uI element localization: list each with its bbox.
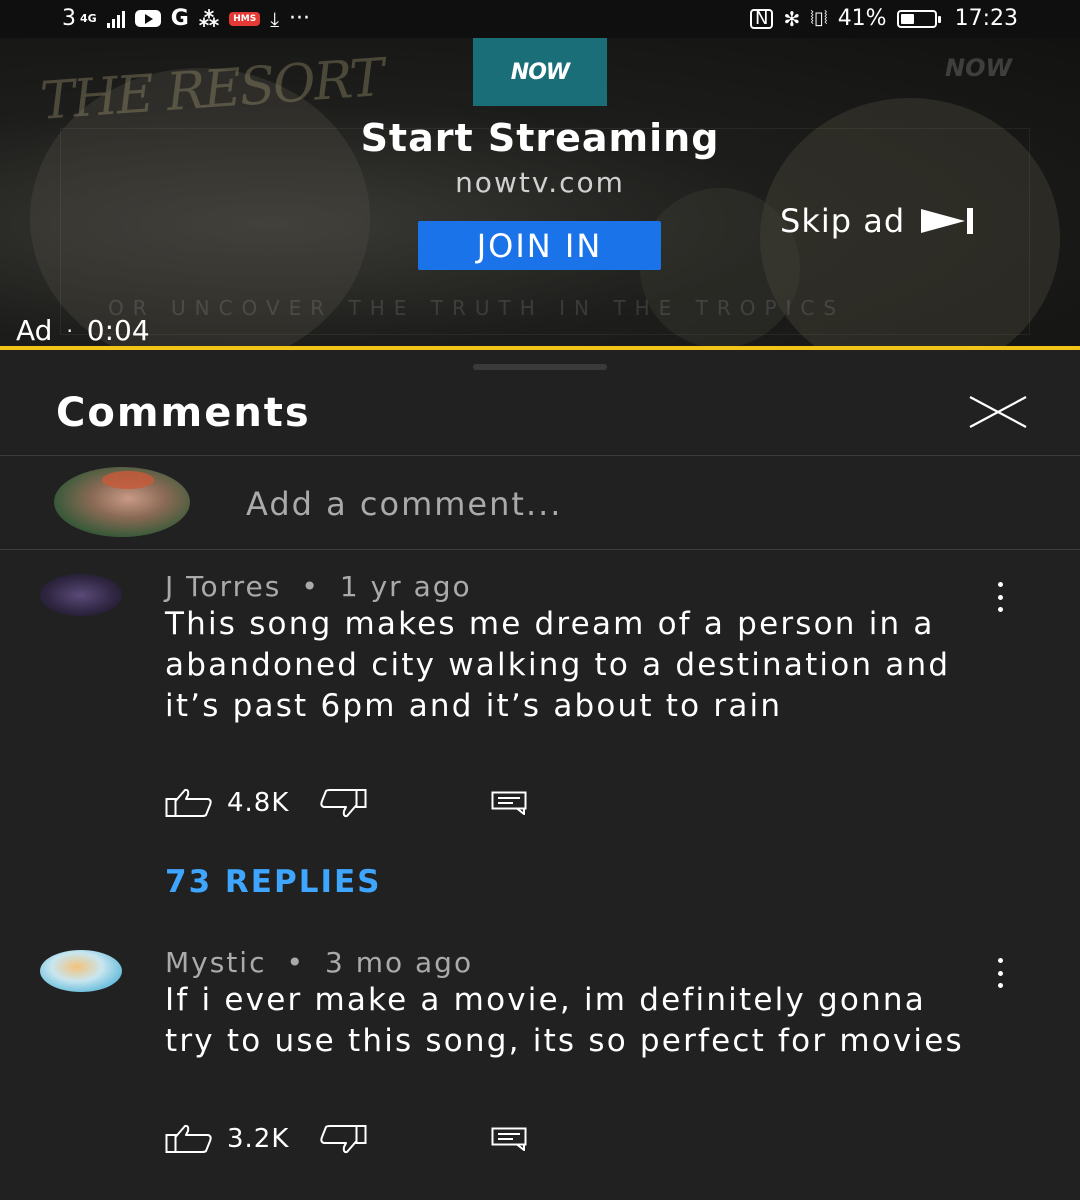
like-count: 4.8K	[227, 788, 290, 818]
clock: 17:23	[954, 6, 1018, 31]
ad-separator: ·	[66, 318, 73, 343]
skip-next-icon	[921, 206, 975, 236]
dislike-button[interactable]	[319, 788, 367, 818]
thumbs-down-icon	[320, 1125, 367, 1154]
status-right: N ✻ ⦚▯⦚ 41% 17:23	[750, 6, 1018, 31]
youtube-notification-icon	[134, 10, 161, 27]
dislike-button[interactable]	[319, 1124, 367, 1154]
close-icon	[969, 396, 1027, 428]
ad-timer: Ad · 0:04	[16, 314, 150, 347]
close-button[interactable]	[966, 394, 1030, 430]
network-type: 4G	[80, 12, 97, 25]
now-watermark: NOW	[945, 54, 1012, 82]
author-avatar[interactable]	[40, 574, 122, 616]
comments-title: Comments	[56, 390, 311, 436]
like-button[interactable]	[165, 788, 213, 818]
user-avatar	[54, 467, 190, 537]
join-in-button[interactable]: JOIN IN	[418, 221, 661, 270]
ad-time: 0:04	[86, 314, 150, 347]
bluetooth-icon: ✻	[783, 6, 801, 31]
meta-dot: •	[301, 570, 320, 603]
hms-icon: HMS	[229, 11, 261, 26]
comment-meta: Mystic • 3 mo ago	[165, 946, 473, 979]
comment-time: 3 mo ago	[324, 946, 474, 979]
thumbs-up-icon	[165, 788, 212, 817]
skip-ad-label: Skip ad	[780, 202, 906, 240]
ad-progress-bar	[0, 346, 1080, 350]
brand-text: NOW	[510, 59, 570, 85]
view-replies-button[interactable]: 73 REPLIES	[165, 864, 382, 900]
drag-handle[interactable]	[473, 364, 607, 370]
nfc-icon: N	[750, 8, 774, 29]
ad-title: Start Streaming	[360, 116, 720, 160]
reply-icon	[491, 1127, 527, 1151]
comment-text: If i ever make a movie, im definitely go…	[165, 982, 964, 1059]
comments-sheet: Comments J Torres • 1 yr ago This song mak…	[0, 352, 1080, 1200]
author-name[interactable]: Mystic	[165, 946, 266, 979]
header-divider	[0, 455, 1080, 456]
comment-menu-button[interactable]	[988, 582, 1012, 612]
thumbs-up-icon	[165, 1124, 212, 1153]
ad-tagline: OR UNCOVER THE TRUTH IN THE TROPICS	[108, 296, 846, 320]
status-left: 3 4G G ⁂ HMS ⤓ ···	[62, 6, 310, 31]
skip-ad-button[interactable]: Skip ad	[780, 202, 975, 240]
add-comment-row[interactable]	[0, 457, 1080, 549]
comment-time: 1 yr ago	[339, 570, 472, 603]
comment-menu-button[interactable]	[988, 958, 1012, 988]
status-bar: 3 4G G ⁂ HMS ⤓ ··· N ✻ ⦚▯⦚ 41% 17:23	[0, 0, 1080, 38]
like-count: 3.2K	[227, 1124, 290, 1154]
comment-text: This song makes me dream of a person in …	[165, 606, 951, 724]
add-comment-divider	[0, 549, 1080, 550]
reply-button[interactable]	[491, 791, 527, 815]
ad-label: Ad	[16, 314, 53, 347]
ad-url[interactable]: nowtv.com	[0, 166, 1080, 199]
author-name[interactable]: J Torres	[165, 570, 281, 603]
comment-actions: 4.8K	[165, 786, 527, 820]
battery-icon	[896, 9, 941, 28]
author-avatar[interactable]	[40, 950, 122, 992]
like-button[interactable]	[165, 1124, 213, 1154]
google-icon: G	[170, 6, 189, 31]
now-logo: NOW	[473, 38, 607, 106]
download-icon: ⤓	[270, 6, 280, 31]
sim-number: 3	[62, 6, 76, 31]
battery-percent: 41%	[837, 6, 887, 31]
reply-button[interactable]	[491, 1127, 527, 1151]
signal-icon	[106, 10, 125, 28]
app-notification-icon: ⁂	[198, 6, 220, 31]
comment-actions: 3.2K	[165, 1122, 527, 1156]
comment-meta: J Torres • 1 yr ago	[165, 570, 472, 603]
thumbs-down-icon	[320, 789, 367, 818]
video-ad-player[interactable]: THE RESORT NOW NOW Start Streaming nowtv…	[0, 38, 1080, 348]
more-notifications-icon: ···	[289, 6, 311, 31]
add-comment-input[interactable]	[244, 479, 1008, 529]
vibrate-icon: ⦚▯⦚	[810, 8, 828, 29]
reply-icon	[491, 791, 527, 815]
meta-dot: •	[286, 946, 305, 979]
